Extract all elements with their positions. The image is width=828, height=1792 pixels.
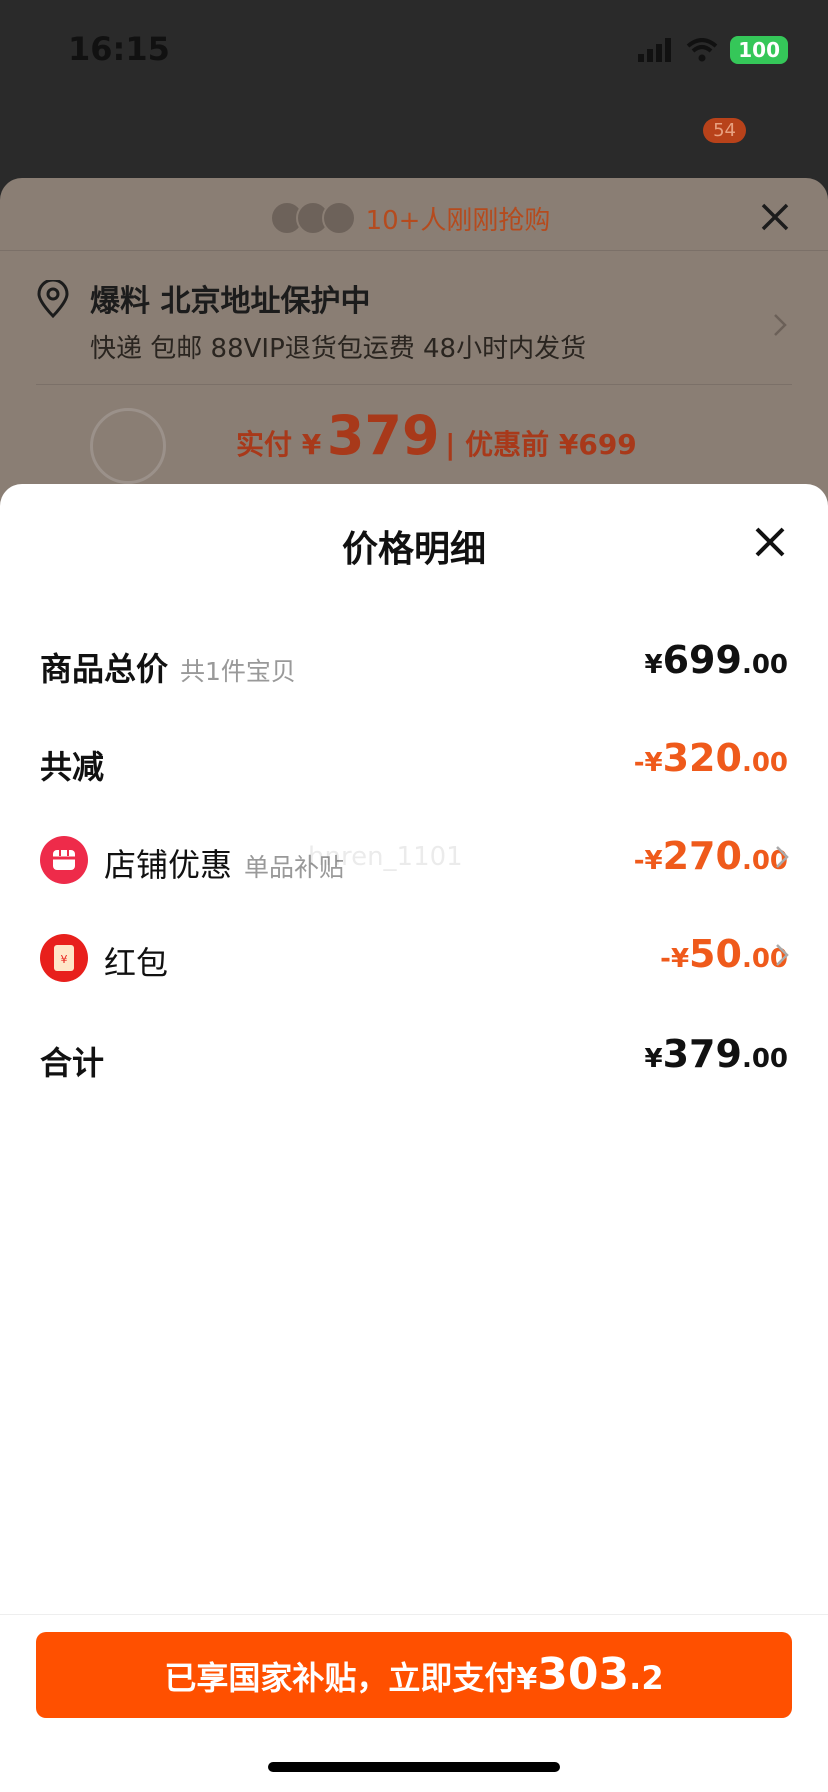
watermark: hnren_1101 xyxy=(308,842,463,872)
signal-icon xyxy=(638,38,672,62)
subtotal-row: 商品总价 共1件宝贝 ¥699.00 xyxy=(40,634,788,694)
price-value: 379 xyxy=(326,404,440,467)
row-label: 红包 xyxy=(104,944,169,982)
sheet-title: 价格明细 xyxy=(341,529,486,570)
price-detail-sheet: 价格明细 商品总价 共1件宝贝 ¥699.00 共减 -¥320.00 店铺优惠单… xyxy=(0,484,828,1792)
red-packet-icon: ¥ xyxy=(40,934,88,982)
home-indicator xyxy=(268,1762,560,1772)
shop-icon xyxy=(40,836,88,884)
background-close-icon[interactable] xyxy=(760,202,790,232)
row-label: 共减 xyxy=(40,748,105,786)
chevron-right-icon xyxy=(776,846,789,868)
cart-count-badge: 54 xyxy=(703,118,746,143)
product-thumbnail xyxy=(90,408,166,484)
divider xyxy=(36,384,792,385)
avatar xyxy=(321,201,356,235)
price-before: | 优惠前 ¥699 xyxy=(445,428,637,461)
total-row: 合计 ¥379.00 xyxy=(40,1028,788,1088)
row-amount: ¥379.00 xyxy=(644,1032,788,1076)
total-discount-row: 共减 -¥320.00 xyxy=(40,732,788,792)
status-time: 16:15 xyxy=(68,30,170,68)
social-proof-text: 10+人刚刚抢购 xyxy=(365,206,551,236)
row-label: 合计 xyxy=(40,1044,105,1082)
battery-indicator: 100 xyxy=(730,36,788,64)
status-icons: 100 xyxy=(638,36,788,64)
row-sub: 共1件宝贝 xyxy=(180,657,296,686)
background-price: 实付 ¥ 379 | 优惠前 ¥699 xyxy=(236,404,637,467)
delivery-info: 快递 包邮 88VIP退货包运费 48小时内发货 xyxy=(90,334,587,364)
divider xyxy=(0,1614,828,1615)
status-bar: 16:15 100 xyxy=(0,0,828,100)
divider xyxy=(0,250,828,251)
chevron-right-icon xyxy=(776,944,789,966)
red-packet-row[interactable]: ¥ 红包 -¥50.00 xyxy=(40,928,788,988)
buyer-avatars xyxy=(269,201,356,242)
chevron-right-icon xyxy=(774,314,787,336)
pay-button[interactable]: 已享国家补贴，立即支付¥303.2 xyxy=(36,1632,792,1718)
address-title: 爆料 北京地址保护中 xyxy=(90,284,371,319)
row-amount: ¥699.00 xyxy=(644,638,788,682)
wifi-icon xyxy=(686,38,718,62)
close-icon[interactable] xyxy=(752,524,788,560)
row-amount: -¥270.00 xyxy=(633,834,788,878)
row-label: 商品总价 共1件宝贝 xyxy=(40,650,296,688)
price-label: 实付 ¥ xyxy=(236,428,322,461)
location-pin-icon xyxy=(37,280,69,318)
row-amount: -¥50.00 xyxy=(660,932,788,976)
row-amount: -¥320.00 xyxy=(633,736,788,780)
svg-text:¥: ¥ xyxy=(61,953,68,966)
social-proof: 10+人刚刚抢购 xyxy=(0,200,828,242)
